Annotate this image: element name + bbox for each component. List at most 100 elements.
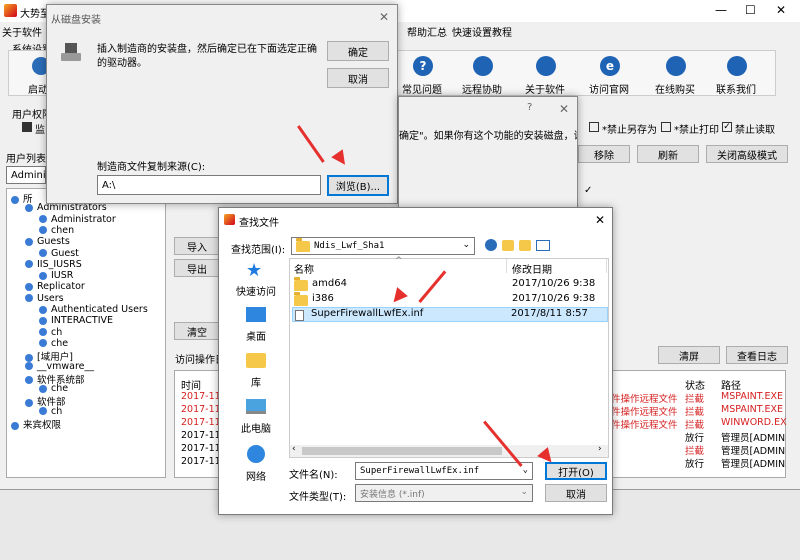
back-icon[interactable] bbox=[485, 239, 497, 251]
star-icon: ★ bbox=[246, 260, 263, 281]
tree-item[interactable]: chen bbox=[39, 225, 74, 236]
user-group-icon bbox=[25, 294, 33, 303]
user-group-icon bbox=[25, 398, 33, 407]
checkbox-saveas-label: *禁止另存为 bbox=[602, 125, 657, 136]
browse-button[interactable]: 浏览(B)... bbox=[327, 175, 389, 196]
file-row[interactable]: amd64 2017/10/26 9:38 bbox=[292, 277, 608, 292]
find-file-dialog: 查找文件 ✕ 查找范围(I): Ndis_Lwf_Sha1 ⌄ ★ 快速访问 桌… bbox=[218, 207, 613, 515]
open-button[interactable]: 打开(O) bbox=[545, 462, 607, 480]
monitor-checkbox[interactable] bbox=[22, 122, 32, 132]
find-close-icon[interactable]: ✕ bbox=[595, 213, 605, 227]
tree-item-label: ch bbox=[51, 326, 63, 338]
filetype-value: 安装信息 (*.inf) bbox=[360, 489, 425, 500]
checkbox-print[interactable] bbox=[661, 122, 671, 132]
install-message: 插入制造商的安装盘，然后确定已在下面选定正确的驱动器。 bbox=[97, 44, 317, 69]
place-computer[interactable]: 此电脑 bbox=[229, 396, 283, 436]
toolbar-item-about[interactable]: 关于软件 bbox=[521, 55, 571, 96]
toolbar-item-contact[interactable]: 联系我们 bbox=[712, 55, 762, 96]
tree-item[interactable]: Authenticated Users bbox=[39, 304, 148, 315]
start-label[interactable]: 启动 bbox=[28, 81, 48, 96]
find-cancel-button[interactable]: 取消 bbox=[545, 484, 607, 502]
lookin-select[interactable]: Ndis_Lwf_Sha1 ⌄ bbox=[291, 237, 475, 255]
refresh-button[interactable]: 刷新 bbox=[637, 145, 699, 163]
scroll-left-icon[interactable]: ‹ bbox=[292, 444, 296, 454]
tree-item[interactable]: Guest bbox=[39, 248, 79, 259]
user-select[interactable]: Administ bbox=[6, 166, 55, 184]
col-date-header[interactable]: 修改日期 bbox=[512, 261, 552, 276]
col-name-header[interactable]: 名称 bbox=[294, 261, 314, 276]
export-button[interactable]: 导出 bbox=[174, 259, 220, 277]
check-mark-icon: ✓ bbox=[584, 185, 593, 196]
phone-icon bbox=[727, 56, 747, 76]
col-divider bbox=[606, 259, 607, 273]
up-folder-icon[interactable] bbox=[502, 240, 514, 251]
tree-item[interactable]: Administrator bbox=[39, 214, 116, 225]
maximize-button[interactable]: ☐ bbox=[745, 3, 756, 17]
log-path: 管理员[ADMIN bbox=[721, 459, 786, 470]
menu-about[interactable]: 关于软件 bbox=[2, 24, 42, 39]
find-title-icon bbox=[224, 214, 235, 225]
scroll-right-icon[interactable]: › bbox=[598, 444, 602, 454]
horizontal-scrollbar[interactable]: ‹ › bbox=[290, 444, 608, 457]
tree-item[interactable]: INTERACTIVE bbox=[39, 315, 113, 326]
tree-item[interactable]: IIS_IUSRS bbox=[25, 259, 82, 270]
tree-item[interactable]: 来宾权限 bbox=[11, 417, 61, 431]
filename-input[interactable]: SuperFirewallLwfEx.inf ⌄ bbox=[355, 462, 533, 480]
toolbar-item-buy[interactable]: 在线购买 bbox=[651, 55, 701, 96]
menu-quick-setup[interactable]: 快速设置教程 bbox=[452, 24, 512, 39]
file-row[interactable]: i386 2017/10/26 9:38 bbox=[292, 292, 608, 307]
menu-help[interactable]: 帮助汇总 bbox=[407, 24, 447, 39]
install-cancel-button[interactable]: 取消 bbox=[327, 68, 389, 88]
place-quick-access[interactable]: ★ 快速访问 bbox=[229, 258, 283, 298]
scroll-thumb[interactable] bbox=[302, 447, 502, 455]
tree-item[interactable]: __vmware__ bbox=[25, 361, 94, 372]
tree-item[interactable]: che bbox=[39, 338, 68, 349]
file-row-selected[interactable]: SuperFirewallLwfEx.inf 2017/8/11 8:57 bbox=[292, 307, 608, 322]
checkbox-saveas[interactable] bbox=[589, 122, 599, 132]
close-button[interactable]: ✕ bbox=[776, 3, 786, 17]
install-close-icon[interactable]: ✕ bbox=[379, 10, 389, 24]
view-menu-icon[interactable] bbox=[536, 240, 550, 251]
install-ok-button[interactable]: 确定 bbox=[327, 41, 389, 61]
tree-item[interactable]: ch bbox=[39, 327, 62, 338]
tree-item-label: Guest bbox=[51, 247, 79, 259]
remove-button[interactable]: 移除 bbox=[578, 145, 630, 163]
toolbar-item-remote[interactable]: 远程协助 bbox=[458, 55, 508, 96]
import-button[interactable]: 导入 bbox=[174, 237, 220, 255]
tree-item[interactable]: Users bbox=[25, 293, 64, 304]
checkbox-read[interactable]: ✓ bbox=[722, 122, 732, 132]
folder-icon bbox=[294, 292, 308, 306]
user-group-icon bbox=[25, 237, 33, 246]
toolbar-label: 常见问题 bbox=[402, 85, 442, 96]
minimize-button[interactable]: — bbox=[715, 3, 727, 17]
place-library[interactable]: 库 bbox=[229, 350, 283, 390]
tree-item[interactable]: Guests bbox=[25, 236, 70, 247]
file-date: 2017/10/26 9:38 bbox=[512, 278, 596, 289]
col-divider bbox=[506, 259, 507, 273]
tree-item[interactable]: IUSR bbox=[39, 270, 73, 281]
folder-icon bbox=[296, 237, 310, 252]
desktop-icon bbox=[246, 307, 266, 322]
user-group-icon bbox=[39, 339, 47, 348]
new-folder-icon[interactable] bbox=[519, 240, 531, 251]
close-advanced-button[interactable]: 关闭高级模式 bbox=[706, 145, 788, 163]
filetype-select[interactable]: 安装信息 (*.inf) ⌄ bbox=[355, 484, 533, 502]
mid-help-icon[interactable]: ? bbox=[527, 102, 532, 113]
tree-item[interactable]: che bbox=[39, 383, 68, 394]
source-input[interactable]: A:\ bbox=[97, 175, 321, 195]
tree-item[interactable]: Replicator bbox=[25, 281, 85, 292]
toolbar-item-website[interactable]: e 访问官网 bbox=[585, 55, 635, 96]
clear-button[interactable]: 清空 bbox=[174, 322, 220, 340]
clear-screen-button[interactable]: 清屏 bbox=[658, 346, 720, 364]
view-log-button[interactable]: 查看日志 bbox=[726, 346, 788, 364]
tree-item[interactable]: ch bbox=[39, 406, 62, 417]
place-desktop[interactable]: 桌面 bbox=[229, 304, 283, 344]
toolbar-item-faq[interactable]: ? 常见问题 bbox=[398, 55, 448, 96]
cart-icon bbox=[666, 56, 686, 76]
tree-item-label: Replicator bbox=[37, 281, 85, 293]
mid-close-icon[interactable]: ✕ bbox=[559, 102, 569, 116]
log-header-time: 时间 bbox=[181, 381, 201, 392]
folder-icon bbox=[294, 277, 308, 291]
tree-item-label: INTERACTIVE bbox=[51, 315, 114, 327]
place-network[interactable]: 网络 bbox=[229, 442, 283, 483]
